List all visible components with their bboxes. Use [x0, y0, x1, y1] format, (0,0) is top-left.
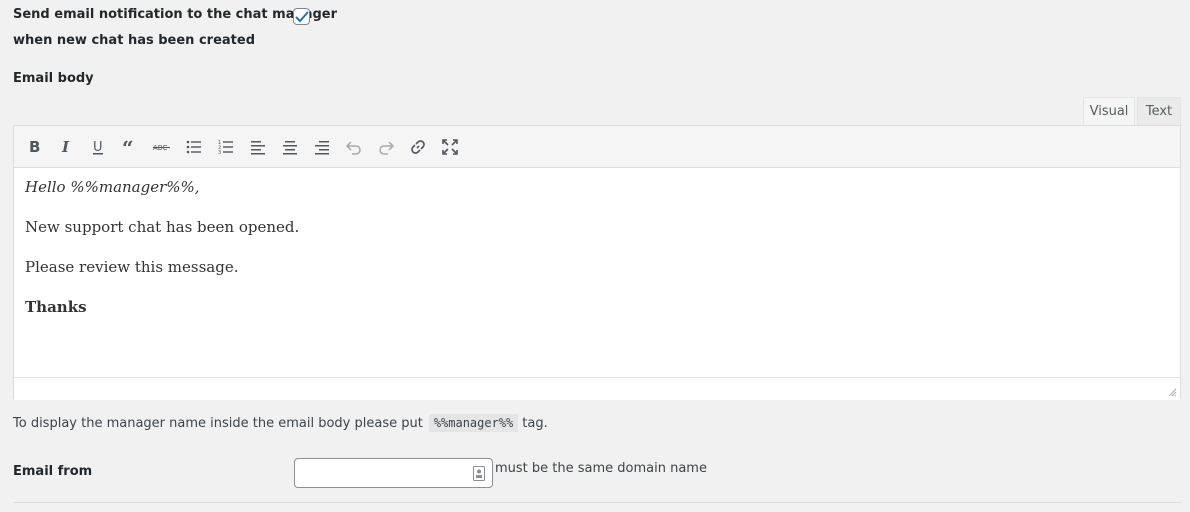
- manager-tag-code: %%manager%%: [428, 414, 519, 432]
- contact-card-icon[interactable]: [473, 466, 485, 481]
- email-body-label: Email body: [13, 71, 94, 86]
- tab-text[interactable]: Text: [1137, 97, 1181, 125]
- checkmark-icon: [294, 10, 309, 22]
- italic-icon: I: [61, 138, 70, 156]
- align-right-button[interactable]: [308, 133, 336, 161]
- email-from-hint: must be the same domain name: [495, 461, 707, 476]
- signoff-text: Thanks: [25, 298, 87, 316]
- body-line-2: Please review this message.: [25, 258, 239, 276]
- blockquote-icon: “: [122, 138, 134, 156]
- help-text-before: To display the manager name inside the e…: [13, 415, 423, 431]
- underline-icon: U: [93, 140, 103, 155]
- align-left-icon: [251, 140, 265, 154]
- strikethrough-button[interactable]: ABC: [148, 133, 176, 161]
- svg-text:I: I: [61, 138, 70, 156]
- notification-label: Send email notification to the chat mana…: [13, 7, 338, 22]
- redo-icon: [379, 140, 395, 155]
- align-left-button[interactable]: [244, 133, 272, 161]
- underline-button[interactable]: U: [84, 133, 112, 161]
- help-text-after: tag.: [522, 415, 548, 431]
- svg-text:B: B: [29, 138, 40, 156]
- email-body-editor: B I U “ ABC 123: [13, 125, 1181, 400]
- email-from-input[interactable]: [294, 458, 493, 488]
- numbered-list-button[interactable]: 123: [212, 133, 240, 161]
- link-button[interactable]: [404, 133, 432, 161]
- bold-icon: B: [29, 138, 40, 156]
- email-from-label: Email from: [13, 464, 93, 479]
- body-line-1: New support chat has been opened.: [25, 218, 300, 236]
- redo-button[interactable]: [372, 133, 400, 161]
- resize-handle-icon[interactable]: [1168, 388, 1177, 397]
- bold-button[interactable]: B: [20, 133, 48, 161]
- fullscreen-button[interactable]: [436, 133, 464, 161]
- editor-content[interactable]: Hello %%manager%%, New support chat has …: [14, 168, 1180, 377]
- greeting-text: Hello %%manager%%,: [25, 178, 200, 196]
- align-center-button[interactable]: [276, 133, 304, 161]
- notification-sublabel: when new chat has been created: [13, 33, 255, 48]
- editor-toolbar: B I U “ ABC 123: [14, 126, 1180, 168]
- svg-text:“: “: [122, 138, 134, 156]
- help-text: To display the manager name inside the e…: [13, 414, 548, 432]
- italic-button[interactable]: I: [52, 133, 80, 161]
- blockquote-button[interactable]: “: [116, 133, 144, 161]
- tab-visual[interactable]: Visual: [1083, 97, 1135, 125]
- undo-button[interactable]: [340, 133, 368, 161]
- bullet-list-icon: [186, 140, 201, 153]
- undo-icon: [345, 140, 361, 155]
- link-icon: [411, 139, 425, 154]
- fullscreen-icon: [442, 138, 458, 155]
- notification-checkbox[interactable]: [293, 8, 310, 25]
- bullet-list-button[interactable]: [180, 133, 208, 161]
- editor-status-bar: [14, 377, 1180, 400]
- strikethrough-icon: ABC: [153, 144, 170, 152]
- svg-text:U: U: [93, 140, 103, 155]
- align-right-icon: [315, 140, 329, 154]
- numbered-list-icon: 123: [218, 140, 233, 156]
- align-center-icon: [283, 140, 297, 154]
- svg-text:3: 3: [218, 150, 221, 156]
- section-divider: [13, 502, 1181, 503]
